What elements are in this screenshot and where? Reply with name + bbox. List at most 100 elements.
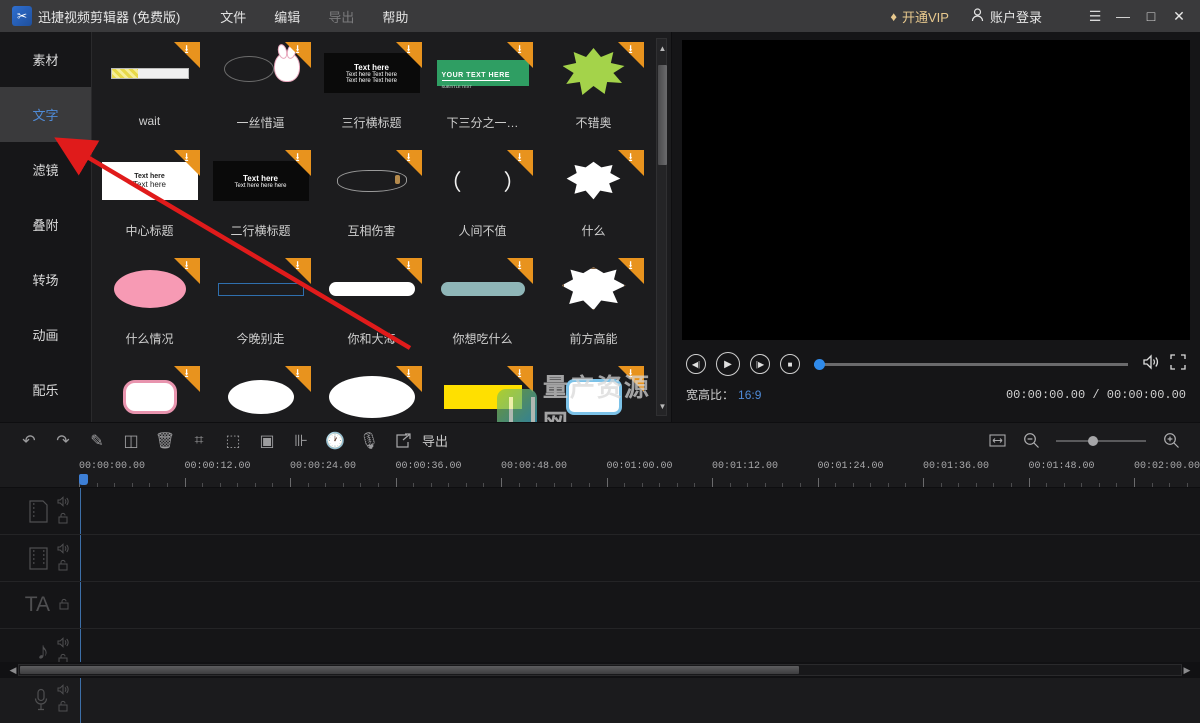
track-lane[interactable] [80, 488, 1200, 534]
sidebar-item-filter[interactable]: 滤镜 [0, 142, 91, 197]
zoom-slider[interactable] [1056, 435, 1146, 446]
duration-icon[interactable]: 🕐 [318, 426, 352, 456]
download-icon[interactable] [284, 42, 311, 68]
template-item[interactable]: 你和大海 [316, 254, 427, 362]
template-item[interactable]: Text here Text here Text here Text here … [316, 38, 427, 146]
scrollbar-thumb[interactable] [658, 65, 667, 165]
sidebar-item-animation[interactable]: 动画 [0, 307, 91, 362]
playhead[interactable] [79, 474, 88, 485]
audio-levels-icon[interactable]: ⊪ [284, 426, 318, 456]
sidebar-item-transition[interactable]: 转场 [0, 252, 91, 307]
download-icon[interactable] [395, 42, 422, 68]
template-item[interactable]: 前方高能 [538, 254, 649, 362]
template-item[interactable]: Text here Text here here here 二行横标题 [205, 146, 316, 254]
menu-file[interactable]: 文件 [206, 2, 260, 31]
fit-to-width-icon[interactable] [980, 426, 1014, 456]
zoom-out-icon[interactable] [1014, 426, 1048, 456]
sidebar-item-text[interactable]: 文字 [0, 87, 91, 142]
track-lock-toggle-icon[interactable] [57, 512, 70, 527]
download-icon[interactable] [284, 258, 311, 284]
template-item[interactable] [427, 362, 538, 422]
prev-frame-button[interactable]: ◀| [686, 354, 706, 374]
scroll-right-icon[interactable]: ▶ [1182, 665, 1192, 676]
track-lane[interactable] [80, 582, 1200, 628]
download-icon[interactable] [506, 150, 533, 176]
vip-button[interactable]: ♦ 开通VIP [890, 7, 949, 26]
next-frame-button[interactable]: |▶ [750, 354, 770, 374]
template-item[interactable]: 一丝惜逼 [205, 38, 316, 146]
minimize-icon[interactable]: — [1110, 3, 1136, 29]
sidebar-item-overlay[interactable]: 叠附 [0, 197, 91, 252]
sidebar-item-music[interactable]: 配乐 [0, 362, 91, 417]
stop-button[interactable]: ■ [780, 354, 800, 374]
close-icon[interactable]: ✕ [1166, 3, 1192, 29]
aspect-ratio-value[interactable]: 16:9 [738, 388, 761, 402]
templates-scrollbar[interactable]: ▲ ▼ [656, 38, 667, 416]
download-icon[interactable] [617, 366, 644, 392]
mosaic-icon[interactable]: ▣ [250, 426, 284, 456]
speaker-icon[interactable] [1142, 353, 1160, 375]
menu-export[interactable]: 导出 [314, 2, 368, 31]
track-lane[interactable] [80, 676, 1200, 723]
account-login-button[interactable]: 账户登录 [971, 7, 1042, 26]
download-icon[interactable] [173, 258, 200, 284]
template-item[interactable]: 什么情况 [94, 254, 205, 362]
track-audio-toggle-icon[interactable] [57, 684, 70, 698]
track-lock-toggle-icon[interactable] [57, 559, 70, 574]
download-icon[interactable] [617, 150, 644, 176]
track-audio-toggle-icon[interactable] [57, 636, 70, 651]
share-export-icon[interactable] [386, 426, 420, 456]
timeline-ruler[interactable]: 00:00:00.00 00:00:12.00 00:00:24.00 00:00:3… [0, 458, 1200, 488]
undo-icon[interactable]: ↶ [12, 426, 46, 456]
template-item[interactable]: 你想吃什么 [427, 254, 538, 362]
redo-icon[interactable]: ↷ [46, 426, 80, 456]
hscroll-track[interactable] [18, 664, 1182, 676]
play-button[interactable]: ▶ [716, 352, 740, 376]
download-icon[interactable] [284, 366, 311, 392]
menu-hamburger-icon[interactable]: ☰ [1082, 3, 1108, 29]
template-item[interactable]: wait [94, 38, 205, 146]
template-item[interactable]: Text here Text here 中心标题 [94, 146, 205, 254]
template-item[interactable] [94, 362, 205, 422]
video-preview-screen[interactable] [682, 40, 1190, 340]
seek-slider[interactable] [814, 358, 1128, 370]
template-item[interactable]: 互相伤害 [316, 146, 427, 254]
download-icon[interactable] [395, 366, 422, 392]
download-icon[interactable] [617, 42, 644, 68]
menu-edit[interactable]: 编辑 [260, 2, 314, 31]
fullscreen-icon[interactable] [1170, 353, 1186, 375]
menu-help[interactable]: 帮助 [368, 2, 422, 31]
hscroll-thumb[interactable] [20, 666, 799, 674]
template-item[interactable] [538, 362, 649, 422]
microphone-icon[interactable]: 🎙 [352, 426, 386, 456]
download-icon[interactable] [617, 258, 644, 284]
template-item[interactable]: 不错奥 [538, 38, 649, 146]
download-icon[interactable] [284, 150, 311, 176]
track-lock-toggle-icon[interactable] [58, 598, 70, 613]
download-icon[interactable] [173, 150, 200, 176]
download-icon[interactable] [506, 258, 533, 284]
timeline-horizontal-scrollbar[interactable]: ◀ ▶ [0, 662, 1200, 678]
template-item[interactable]: 什么 [538, 146, 649, 254]
track-audio-toggle-icon[interactable] [57, 495, 70, 510]
sidebar-item-media[interactable]: 素材 [0, 32, 91, 87]
export-button[interactable]: 导出 [422, 431, 448, 450]
maximize-icon[interactable]: □ [1138, 3, 1164, 29]
delete-icon[interactable]: 🗑 [148, 426, 182, 456]
template-item[interactable] [316, 362, 427, 422]
track-lane[interactable] [80, 535, 1200, 581]
download-icon[interactable] [173, 366, 200, 392]
template-item[interactable]: 今晚别走 [205, 254, 316, 362]
zoom-slider-knob[interactable] [1088, 435, 1099, 446]
scroll-up-icon[interactable]: ▲ [657, 41, 668, 55]
download-icon[interactable] [395, 258, 422, 284]
split-icon[interactable]: ◫ [114, 426, 148, 456]
timeline-track[interactable] [0, 535, 1200, 582]
download-icon[interactable] [506, 42, 533, 68]
seek-knob[interactable] [814, 358, 825, 370]
zoom-in-icon[interactable] [1154, 426, 1188, 456]
timeline-track[interactable] [0, 488, 1200, 535]
download-icon[interactable] [506, 366, 533, 392]
template-item[interactable]: YOUR TEXT HERE SUBTITLE TEXT 下三分之一… [427, 38, 538, 146]
track-audio-toggle-icon[interactable] [57, 542, 70, 557]
